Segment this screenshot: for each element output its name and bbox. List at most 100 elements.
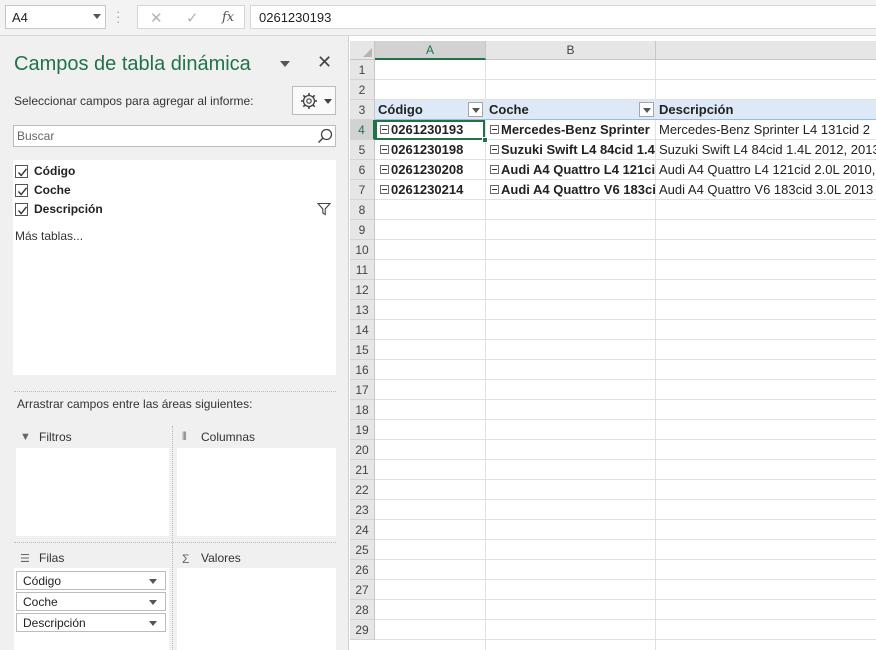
checkbox-checked[interactable] — [15, 184, 28, 197]
collapse-icon[interactable] — [490, 145, 499, 154]
filter-dropdown-codigo[interactable] — [468, 102, 483, 117]
row-header-18[interactable]: 18 — [350, 400, 375, 420]
collapse-icon[interactable] — [490, 125, 499, 134]
row-header-2[interactable]: 2 — [350, 80, 375, 100]
row-header-25[interactable]: 25 — [350, 540, 375, 560]
field-item-coche[interactable]: Coche — [15, 181, 333, 199]
row-header-26[interactable]: 26 — [350, 560, 375, 580]
enter-icon[interactable]: ✓ — [186, 9, 199, 27]
cell-c4[interactable]: Mercedes-Benz Sprinter L4 131cid 2 — [659, 120, 876, 140]
collapse-icon[interactable] — [380, 185, 389, 194]
row-header-16[interactable]: 16 — [350, 360, 375, 380]
tools-button[interactable] — [292, 86, 336, 115]
field-list: Código Coche Descripción Más tablas... — [13, 160, 336, 375]
column-header-c[interactable] — [656, 41, 876, 60]
field-item-descripcion[interactable]: Descripción — [15, 200, 333, 218]
gridline — [655, 60, 656, 650]
rows-drop-area[interactable]: Código Coche Descripción — [14, 568, 169, 650]
filters-drop-area[interactable] — [16, 448, 169, 536]
row-header-17[interactable]: 17 — [350, 380, 375, 400]
row-header-13[interactable]: 13 — [350, 300, 375, 320]
row-header-14[interactable]: 14 — [350, 320, 375, 340]
row-field-descripcion[interactable]: Descripción — [16, 613, 166, 632]
row-header-27[interactable]: 27 — [350, 580, 375, 600]
row-header-1[interactable]: 1 — [350, 60, 375, 80]
checkbox-checked[interactable] — [15, 203, 28, 216]
cell-c5[interactable]: Suzuki Swift L4 84cid 1.4L 2012, 2013 — [659, 140, 876, 160]
field-search-input[interactable]: Buscar — [13, 125, 336, 147]
filter-dropdown-coche[interactable] — [639, 102, 654, 117]
column-header-a[interactable]: A — [375, 41, 486, 60]
cell-c7[interactable]: Audi A4 Quattro V6 183cid 3.0L 2013 — [659, 180, 876, 200]
column-header-b[interactable]: B — [486, 41, 656, 60]
collapse-icon[interactable] — [380, 145, 389, 154]
pivot-header-codigo[interactable]: Código — [378, 102, 423, 117]
close-icon[interactable]: ✕ — [317, 52, 332, 73]
cell-a6[interactable]: 0261230208 — [391, 160, 485, 180]
checkbox-checked[interactable] — [15, 165, 28, 178]
search-icon[interactable] — [317, 128, 333, 144]
row-header-10[interactable]: 10 — [350, 240, 375, 260]
row-header-9[interactable]: 9 — [350, 220, 375, 240]
row-field-coche[interactable]: Coche — [16, 592, 166, 611]
cell-a7[interactable]: 0261230214 — [391, 180, 485, 200]
row-header-4[interactable]: 4 — [350, 120, 375, 140]
gridline — [375, 419, 876, 420]
cell-b7[interactable]: Audi A4 Quattro V6 183cid — [501, 180, 655, 200]
cell-b5[interactable]: Suzuki Swift L4 84cid 1.4L — [501, 140, 655, 160]
row-header-5[interactable]: 5 — [350, 140, 375, 160]
drag-instruction: Arrastrar campos entre las áreas siguien… — [17, 397, 253, 411]
collapse-icon[interactable] — [490, 185, 499, 194]
cell-c6[interactable]: Audi A4 Quattro L4 121cid 2.0L 2010, — [659, 160, 876, 180]
fill-handle[interactable] — [482, 137, 488, 143]
row-header-19[interactable]: 19 — [350, 420, 375, 440]
insert-function-icon[interactable]: fx — [222, 10, 234, 25]
row-header-28[interactable]: 28 — [350, 600, 375, 620]
row-header-29[interactable]: 29 — [350, 620, 375, 640]
row-header-3[interactable]: 3 — [350, 100, 375, 120]
row-header-20[interactable]: 20 — [350, 440, 375, 460]
row-header-6[interactable]: 6 — [350, 160, 375, 180]
row-header-23[interactable]: 23 — [350, 500, 375, 520]
row-header-7[interactable]: 7 — [350, 180, 375, 200]
chevron-down-icon[interactable] — [149, 621, 157, 626]
cancel-icon[interactable]: ✕ — [150, 9, 163, 27]
cell-a5[interactable]: 0261230198 — [391, 140, 485, 160]
row-header-11[interactable]: 11 — [350, 260, 375, 280]
formula-buttons: ✕ ✓ fx — [137, 5, 245, 29]
gridline — [375, 459, 876, 460]
row-header-12[interactable]: 12 — [350, 280, 375, 300]
pivot-header-coche[interactable]: Coche — [489, 102, 529, 117]
search-placeholder: Buscar — [17, 129, 55, 143]
row-field-codigo[interactable]: Código — [16, 571, 166, 590]
pivot-header-descripcion[interactable]: Descripción — [659, 102, 733, 117]
resize-handle-icon[interactable]: · · · — [116, 5, 122, 28]
more-tables-link[interactable]: Más tablas... — [15, 229, 83, 243]
cell-b6[interactable]: Audi A4 Quattro L4 121cid — [501, 160, 655, 180]
values-drop-area[interactable] — [177, 568, 336, 650]
row-header-22[interactable]: 22 — [350, 480, 375, 500]
pane-options-chevron-icon[interactable] — [280, 61, 290, 67]
chevron-down-icon[interactable] — [93, 14, 101, 19]
row-header-15[interactable]: 15 — [350, 340, 375, 360]
row-header-21[interactable]: 21 — [350, 460, 375, 480]
select-all-button[interactable] — [350, 41, 375, 60]
collapse-icon[interactable] — [490, 165, 499, 174]
select-all-icon — [363, 48, 372, 57]
field-item-codigo[interactable]: Código — [15, 162, 333, 180]
gridline — [375, 519, 876, 520]
gridline — [375, 299, 876, 300]
cell-b4[interactable]: Mercedes-Benz Sprinter — [501, 120, 655, 140]
row-header-8[interactable]: 8 — [350, 200, 375, 220]
filters-label: Filtros — [39, 430, 72, 444]
divider — [14, 391, 336, 392]
filter-icon[interactable] — [317, 202, 331, 216]
collapse-icon[interactable] — [380, 165, 389, 174]
pane-title: Campos de tabla dinámica — [14, 53, 251, 75]
name-box[interactable]: A4 — [5, 5, 106, 29]
chevron-down-icon[interactable] — [149, 600, 157, 605]
row-header-24[interactable]: 24 — [350, 520, 375, 540]
formula-input[interactable]: 0261230193 — [250, 5, 876, 29]
chevron-down-icon[interactable] — [149, 579, 157, 584]
columns-drop-area[interactable] — [177, 448, 336, 536]
